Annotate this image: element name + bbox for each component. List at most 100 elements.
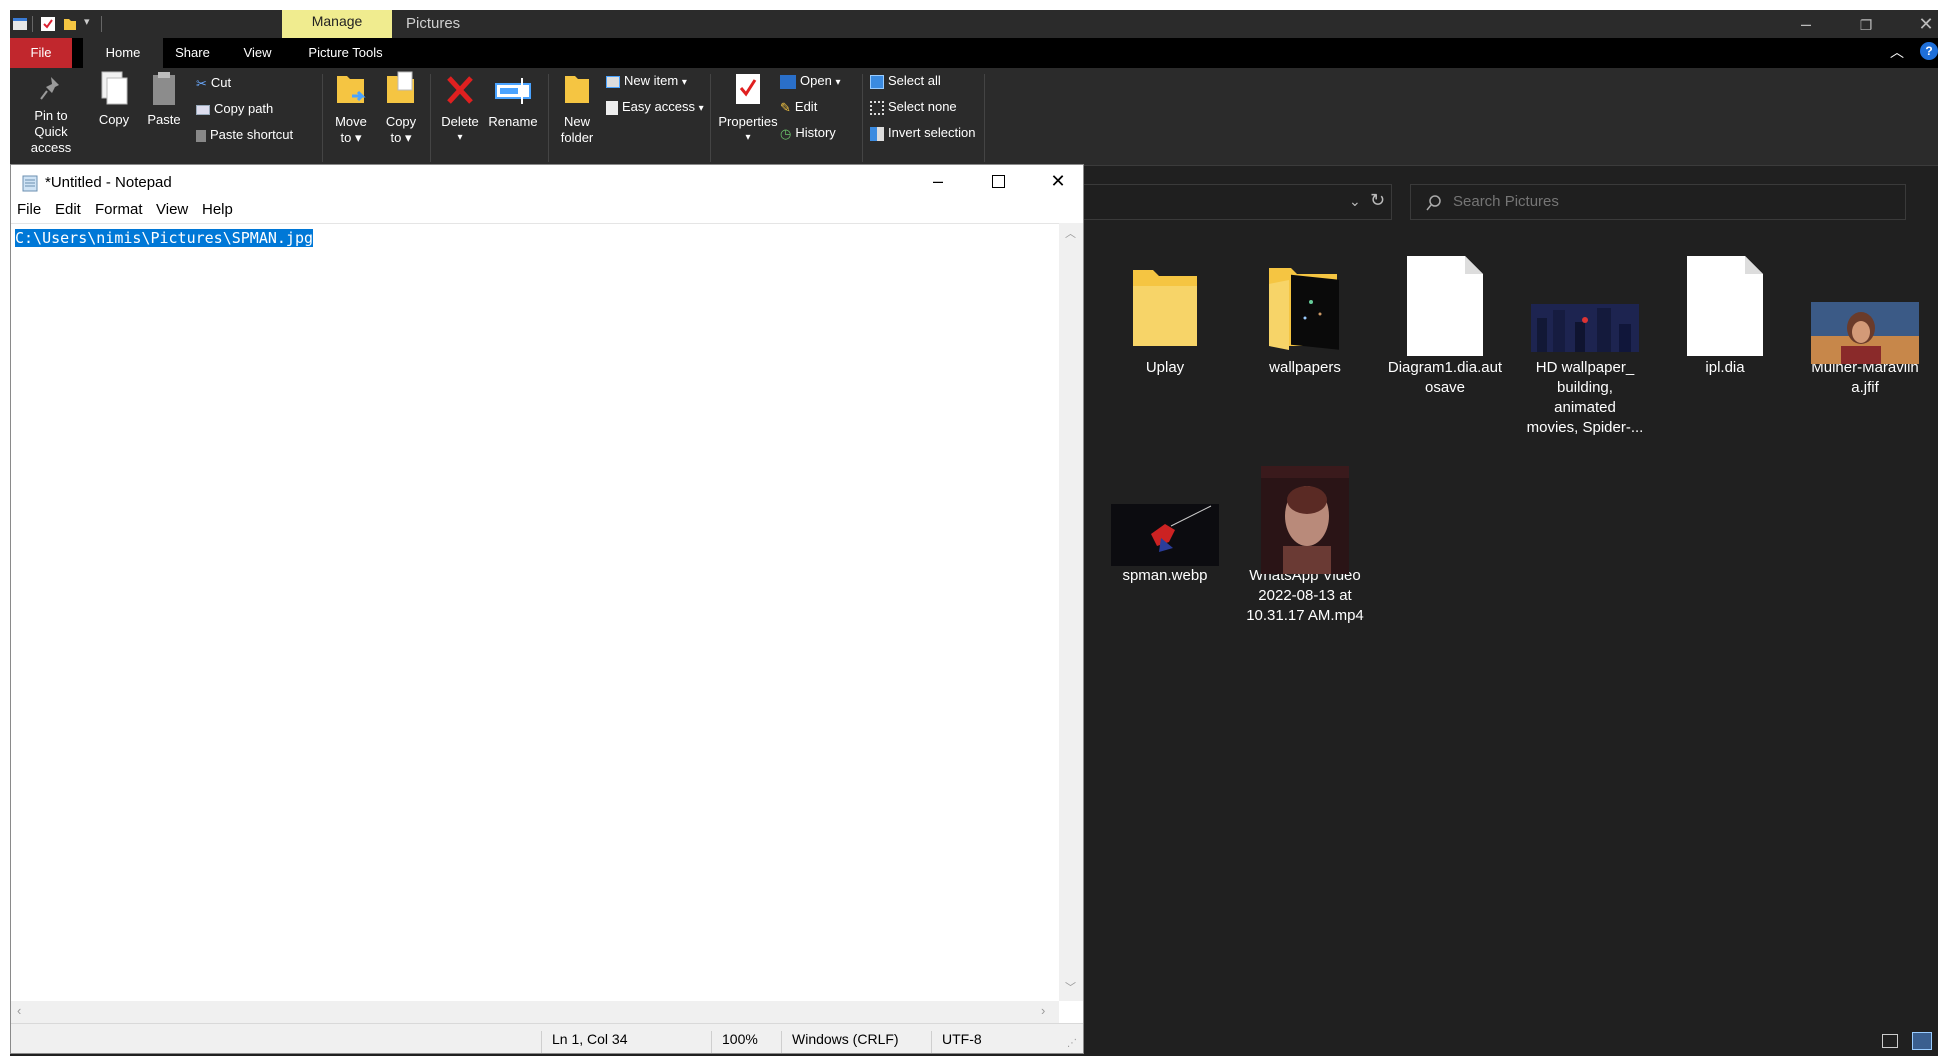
file-label-line2: building, — [1557, 379, 1613, 396]
copy-to-label-line2: to ▾ — [390, 130, 412, 145]
tab-picture-tools[interactable]: Picture Tools — [293, 38, 398, 68]
invert-selection-label: Invert selection — [888, 125, 976, 140]
menu-help[interactable]: Help — [202, 201, 233, 218]
scroll-down-arrow-icon[interactable]: ﹀ — [1065, 979, 1076, 995]
cut-button[interactable]: ✂ Cut — [196, 74, 231, 93]
document-icon — [1407, 256, 1483, 356]
help-icon[interactable]: ? — [1920, 42, 1938, 60]
copy-path-label: Copy path — [214, 101, 274, 116]
folder-icon — [1269, 268, 1339, 350]
delete-button[interactable]: Delete ▾ — [434, 70, 486, 146]
collapse-ribbon-chevron-icon[interactable]: ︿ — [1890, 42, 1904, 62]
scroll-right-arrow-icon[interactable]: › — [1041, 1003, 1045, 1018]
ribbon-tab-bar: File Home Share View Picture Tools ︿ ? — [10, 38, 1938, 68]
notepad-menubar: File Edit Format View Help — [11, 199, 1083, 221]
file-item-whatsapp-video[interactable]: WhatsApp Video 2022-08-13 at 10.31.17 AM… — [1244, 456, 1366, 626]
horizontal-scrollbar[interactable]: ‹ › — [11, 1001, 1059, 1023]
menu-view[interactable]: View — [156, 201, 188, 218]
cut-label: Cut — [210, 75, 232, 90]
properties-check-icon[interactable] — [40, 16, 56, 32]
menu-edit[interactable]: Edit — [55, 201, 81, 218]
properties-dropdown-icon[interactable]: ▾ — [714, 130, 782, 146]
copy-icon — [101, 71, 128, 105]
file-label-line2: osave — [1424, 379, 1466, 396]
notepad-window: *Untitled - Notepad – ✕ File Edit Format… — [10, 164, 1084, 1054]
tab-view[interactable]: View — [230, 38, 285, 68]
large-icons-view-icon[interactable] — [1912, 1032, 1932, 1050]
open-button[interactable]: Open ▾ — [780, 72, 840, 92]
new-folder-button[interactable]: New folder — [554, 70, 600, 146]
status-zoom: 100% — [711, 1031, 781, 1053]
restore-button[interactable]: ❐ — [1843, 12, 1889, 36]
properties-button[interactable]: Properties ▾ — [714, 70, 782, 146]
tab-share[interactable]: Share — [165, 38, 220, 68]
scroll-left-arrow-icon[interactable]: ‹ — [17, 1003, 21, 1018]
notepad-close-button[interactable]: ✕ — [1035, 169, 1081, 195]
file-label: wallpapers — [1269, 359, 1341, 376]
file-item-spman-webp[interactable]: spman.webp — [1104, 456, 1226, 586]
paste-icon — [153, 72, 175, 105]
edit-button[interactable]: ✎ Edit — [780, 98, 817, 117]
copy-button[interactable]: Copy — [92, 70, 136, 128]
maximize-icon — [991, 175, 1005, 188]
easy-access-dropdown-icon: ▾ — [698, 103, 704, 114]
delete-dropdown-icon[interactable]: ▾ — [434, 130, 486, 146]
qat-separator — [32, 16, 33, 32]
tab-file[interactable]: File — [10, 38, 72, 68]
pin-to-quick-access-button[interactable]: Pin to Quick access — [16, 74, 86, 156]
file-item-ipl-dia[interactable]: ipl.dia — [1664, 248, 1786, 378]
notepad-minimize-button[interactable]: – — [915, 169, 961, 195]
file-item-wallpapers[interactable]: wallpapers — [1244, 248, 1366, 378]
menu-file[interactable]: File — [17, 201, 41, 218]
image-thumbnail — [1111, 504, 1219, 566]
file-item-mulher-maravilha[interactable]: Mulher-Maravilh a.jfif — [1804, 248, 1926, 398]
new-item-button[interactable]: New item ▾ — [606, 72, 687, 92]
select-all-button[interactable]: Select all — [870, 72, 941, 90]
pin-icon — [40, 77, 59, 100]
notepad-title: *Untitled - Notepad — [45, 174, 172, 191]
edit-label: Edit — [794, 99, 818, 114]
rename-button[interactable]: Rename — [484, 70, 542, 130]
selected-text: C:\Users\nimis\Pictures\SPMAN.jpg — [15, 229, 314, 247]
search-input[interactable] — [1453, 193, 1893, 210]
file-label: spman.webp — [1122, 567, 1208, 584]
explorer-titlebar: ▾ Manage Pictures – ❐ ✕ — [10, 10, 1938, 38]
invert-selection-button[interactable]: Invert selection — [870, 124, 975, 142]
file-item-hd-wallpaper[interactable]: HD wallpaper_ building, animated movies,… — [1524, 248, 1646, 438]
close-icon: ✕ — [1050, 171, 1066, 191]
qat-customize-chevron-icon[interactable]: ▾ — [84, 15, 90, 28]
address-history-chevron-icon[interactable]: ⌄ — [1349, 193, 1361, 210]
scroll-up-arrow-icon[interactable]: ︿ — [1065, 225, 1076, 241]
file-label-line2: 2022-08-13 at — [1258, 587, 1352, 604]
vertical-scrollbar[interactable]: ︿ ﹀ — [1059, 223, 1083, 1001]
notepad-maximize-button[interactable] — [975, 169, 1021, 195]
history-button[interactable]: ◷ History — [780, 124, 836, 143]
close-button[interactable]: ✕ — [1903, 12, 1938, 36]
tab-home[interactable]: Home — [83, 38, 163, 68]
menu-format[interactable]: Format — [95, 201, 143, 218]
tab-manage-contextual[interactable]: Manage — [282, 10, 392, 38]
file-item-diagram1-autosave[interactable]: Diagram1.dia.aut osave — [1384, 248, 1506, 398]
file-label-line3: 10.31.17 AM.mp4 — [1246, 607, 1364, 624]
new-item-label: New item — [624, 73, 679, 88]
copy-to-button[interactable]: Copy to ▾ — [378, 70, 424, 146]
minimize-button[interactable]: – — [1783, 12, 1829, 36]
notepad-text-area[interactable]: C:\Users\nimis\Pictures\SPMAN.jpg — [11, 223, 1059, 987]
minimize-icon: – — [932, 171, 943, 191]
resize-grip-icon[interactable]: ⋰ — [1067, 1038, 1077, 1049]
select-none-button[interactable]: Select none — [870, 98, 957, 116]
paste-button[interactable]: Paste — [142, 70, 186, 128]
refresh-icon[interactable]: ↻ — [1370, 190, 1385, 211]
new-folder-label-line2: folder — [560, 130, 594, 145]
move-to-button[interactable]: Move to ▾ — [328, 70, 374, 146]
paste-shortcut-button[interactable]: Paste shortcut — [196, 126, 293, 144]
details-view-icon[interactable] — [1882, 1034, 1898, 1048]
file-item-uplay[interactable]: Uplay — [1104, 248, 1226, 378]
search-box[interactable] — [1410, 184, 1906, 220]
copy-path-button[interactable]: Copy path — [196, 100, 273, 118]
ribbon-home: Pin to Quick access Copy Paste ✂ Cut Copy… — [10, 68, 1938, 166]
new-folder-qat-icon[interactable] — [62, 16, 78, 32]
notepad-titlebar: *Untitled - Notepad – ✕ — [11, 165, 1083, 199]
ribbon-group-separator — [548, 74, 549, 162]
easy-access-button[interactable]: Easy access ▾ — [606, 98, 704, 118]
